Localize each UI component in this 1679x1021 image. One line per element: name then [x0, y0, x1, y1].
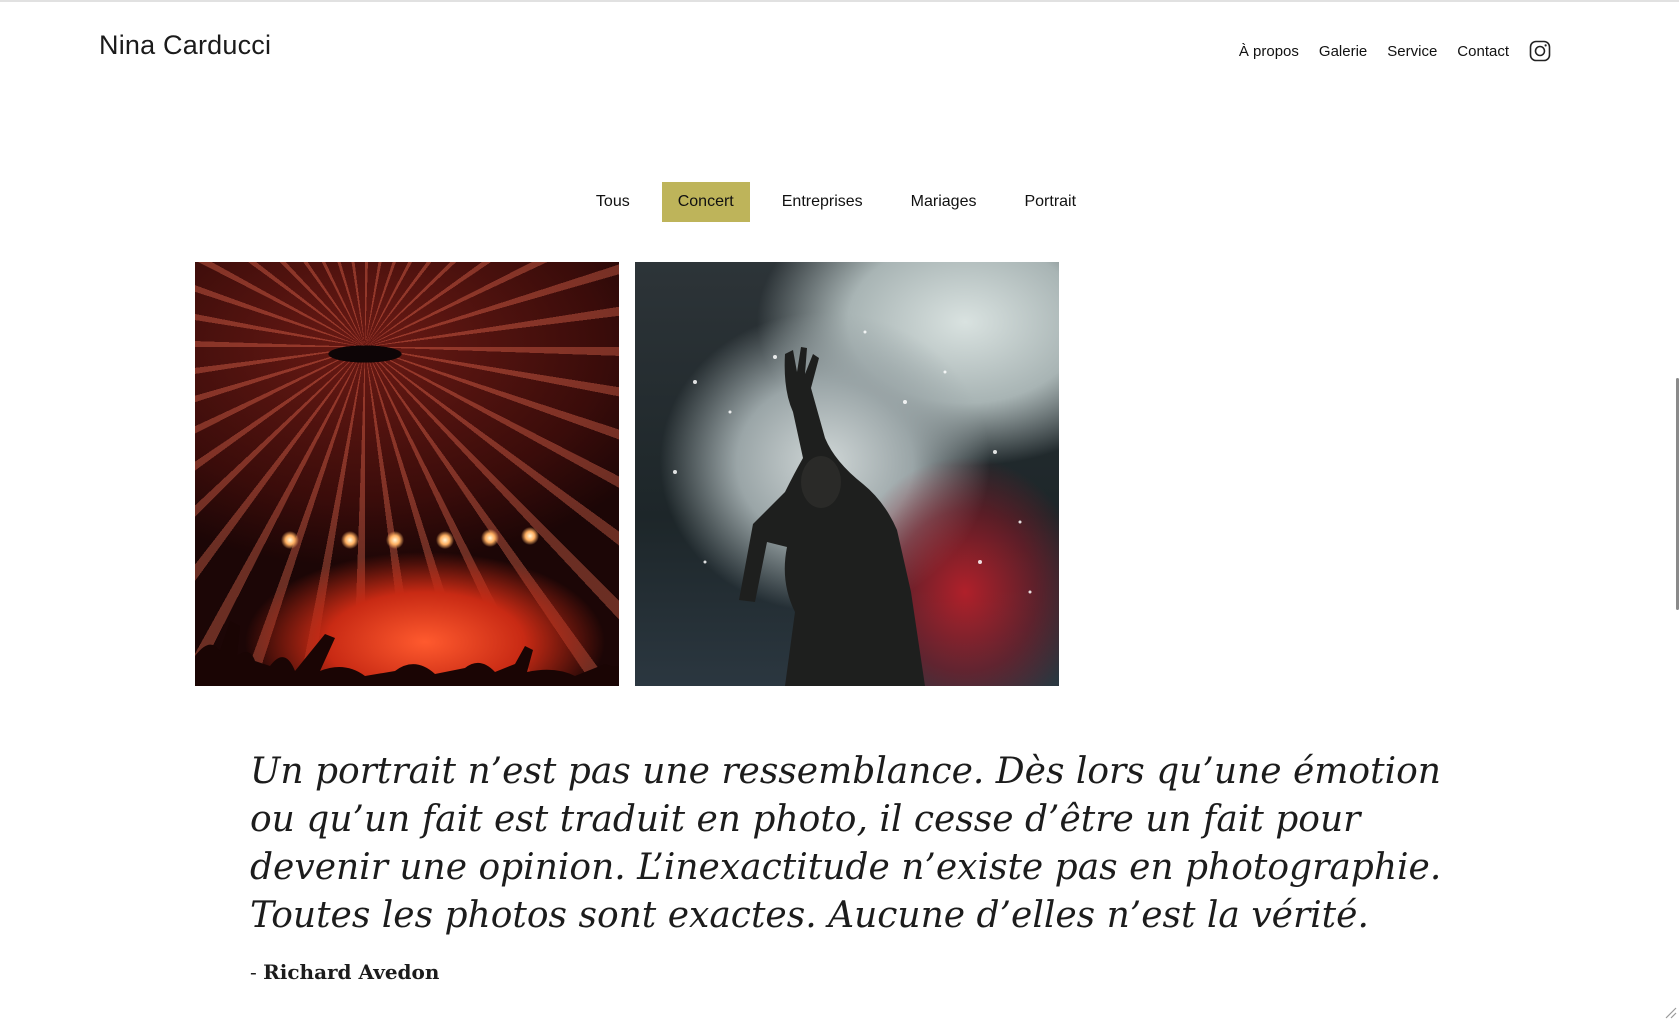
main-nav: À propos Galerie Service Contact	[1239, 40, 1551, 62]
instagram-icon[interactable]	[1529, 40, 1551, 62]
quote-dash: -	[250, 960, 257, 984]
quote-author-name: Richard Avedon	[263, 960, 440, 984]
nav-link-contact[interactable]: Contact	[1457, 43, 1509, 60]
top-border	[0, 0, 1679, 2]
filter-portrait[interactable]: Portrait	[1008, 182, 1092, 222]
quote-author: - Richard Avedon	[250, 960, 439, 984]
filter-mariages[interactable]: Mariages	[895, 182, 993, 222]
concert-stage-lights-photo[interactable]	[195, 262, 619, 686]
crowd-silhouette	[195, 621, 619, 686]
nav-link-a-propos[interactable]: À propos	[1239, 43, 1299, 60]
nav-link-galerie[interactable]: Galerie	[1319, 43, 1367, 60]
resize-handle-icon[interactable]	[1663, 1005, 1677, 1019]
gallery-grid	[195, 262, 1059, 686]
site-title[interactable]: Nina Carducci	[99, 30, 271, 61]
singer-silhouette	[673, 330, 1032, 686]
nav-link-service[interactable]: Service	[1387, 43, 1437, 60]
filter-concert[interactable]: Concert	[661, 182, 750, 222]
filter-entreprises[interactable]: Entreprises	[766, 182, 879, 222]
gallery-filters: Tous Concert Entreprises Mariages Portra…	[0, 182, 1679, 222]
filter-tous[interactable]: Tous	[580, 182, 646, 222]
singer-raised-hand-photo[interactable]	[635, 262, 1059, 686]
quote-text: Un portrait n’est pas une ressemblance. …	[250, 751, 1442, 936]
